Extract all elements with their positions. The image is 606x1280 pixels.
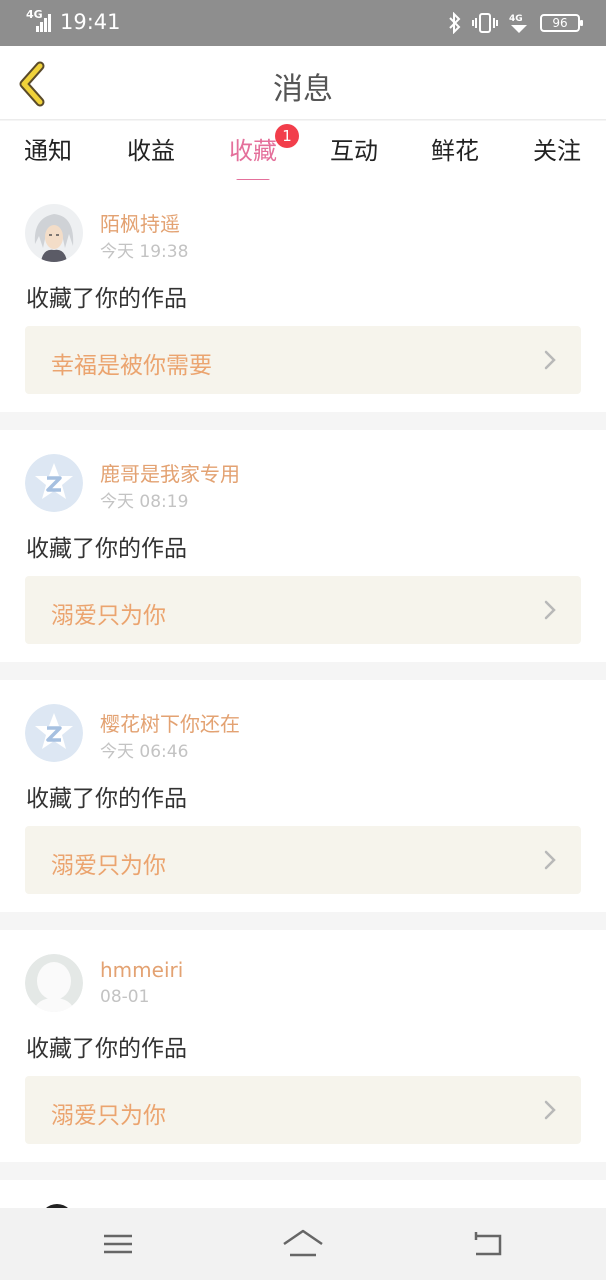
message-time: 今天 19:38 — [100, 242, 189, 262]
status-left: 4G 19:41 — [26, 8, 121, 34]
avatar[interactable] — [25, 954, 83, 1012]
work-title: 溺爱只为你 — [51, 603, 166, 629]
message-item: 陌枫持遥 今天 19:38 收藏了你的作品 幸福是被你需要 — [0, 180, 606, 412]
username[interactable]: 鹿哥是我家专用 — [100, 458, 240, 487]
tab-bar: 通知 收益 收藏 1 互动 鲜花 关注 — [0, 121, 606, 183]
tab-favorites[interactable]: 收藏 1 — [203, 124, 303, 183]
username[interactable]: 樱花树下你还在 — [100, 708, 240, 737]
back-nav-icon — [474, 1232, 502, 1256]
work-link[interactable]: 溺爱只为你 — [25, 1076, 581, 1144]
chevron-right-icon — [544, 600, 556, 620]
work-link[interactable]: 溺爱只为你 — [25, 576, 581, 644]
tab-label: 互动 — [330, 137, 378, 165]
message-time: 今天 08:19 — [100, 492, 189, 512]
work-title: 溺爱只为你 — [51, 853, 166, 879]
bluetooth-icon — [449, 12, 461, 34]
default-z-avatar-icon — [25, 704, 83, 762]
username[interactable]: 陌枫持遥 — [100, 208, 180, 237]
message-item: 鹿哥是我家专用 今天 08:19 收藏了你的作品 溺爱只为你 — [0, 430, 606, 662]
tab-label: 收益 — [127, 137, 175, 165]
tab-label: 鲜花 — [431, 137, 479, 165]
battery-level: 96 — [552, 16, 568, 30]
message-time: 今天 06:46 — [100, 742, 189, 762]
tab-label: 关注 — [533, 137, 581, 165]
username[interactable]: hmmeiri — [100, 958, 183, 982]
work-title: 幸福是被你需要 — [51, 353, 212, 379]
avatar[interactable] — [25, 204, 83, 262]
menu-icon — [104, 1234, 132, 1254]
chevron-right-icon — [544, 850, 556, 870]
work-link[interactable]: 溺爱只为你 — [25, 826, 581, 894]
action-text: 收藏了你的作品 — [26, 536, 187, 562]
action-text: 收藏了你的作品 — [26, 786, 187, 812]
default-person-avatar-icon — [25, 954, 83, 1012]
avatar[interactable] — [25, 704, 83, 762]
work-link[interactable]: 幸福是被你需要 — [25, 326, 581, 394]
tab-flowers[interactable]: 鲜花 — [405, 131, 505, 166]
tab-following[interactable]: 关注 — [507, 131, 606, 166]
system-nav-bar — [0, 1208, 606, 1280]
work-title: 溺爱只为你 — [51, 1103, 166, 1129]
battery-icon: 96 — [540, 14, 583, 32]
action-text: 收藏了你的作品 — [26, 286, 187, 312]
tab-notifications[interactable]: 通知 — [0, 131, 98, 166]
title-bar: 消息 — [0, 46, 606, 120]
message-item-partial — [0, 1180, 606, 1210]
status-right: 4G 96 — [448, 12, 583, 34]
page-title: 消息 — [273, 72, 333, 107]
action-text: 收藏了你的作品 — [26, 1036, 187, 1062]
avatar[interactable] — [25, 454, 83, 512]
message-time: 08-01 — [100, 987, 150, 1007]
4g-wifi-icon: 4G — [509, 14, 527, 33]
tab-earnings[interactable]: 收益 — [101, 131, 201, 166]
home-button[interactable] — [273, 1222, 333, 1266]
signal-icon: 4G — [26, 8, 52, 34]
chevron-right-icon — [544, 1100, 556, 1120]
back-nav-button[interactable] — [458, 1222, 518, 1266]
tab-label: 收藏 — [229, 137, 277, 165]
unread-badge: 1 — [275, 124, 299, 148]
vibrate-icon — [472, 13, 498, 33]
status-bar: 4G 19:41 4G 96 — [0, 0, 606, 46]
status-time: 19:41 — [60, 10, 121, 34]
tab-interactions[interactable]: 互动 — [304, 131, 404, 166]
message-item: hmmeiri 08-01 收藏了你的作品 溺爱只为你 — [0, 930, 606, 1162]
home-icon — [283, 1229, 323, 1257]
menu-button[interactable] — [88, 1222, 148, 1266]
tab-label: 通知 — [24, 137, 72, 165]
message-item: 樱花树下你还在 今天 06:46 收藏了你的作品 溺爱只为你 — [0, 680, 606, 912]
svg-text:4G: 4G — [509, 14, 523, 24]
anime-avatar-icon — [25, 204, 83, 262]
chevron-right-icon — [544, 350, 556, 370]
default-z-avatar-icon — [25, 454, 83, 512]
network-type: 4G — [26, 8, 43, 21]
